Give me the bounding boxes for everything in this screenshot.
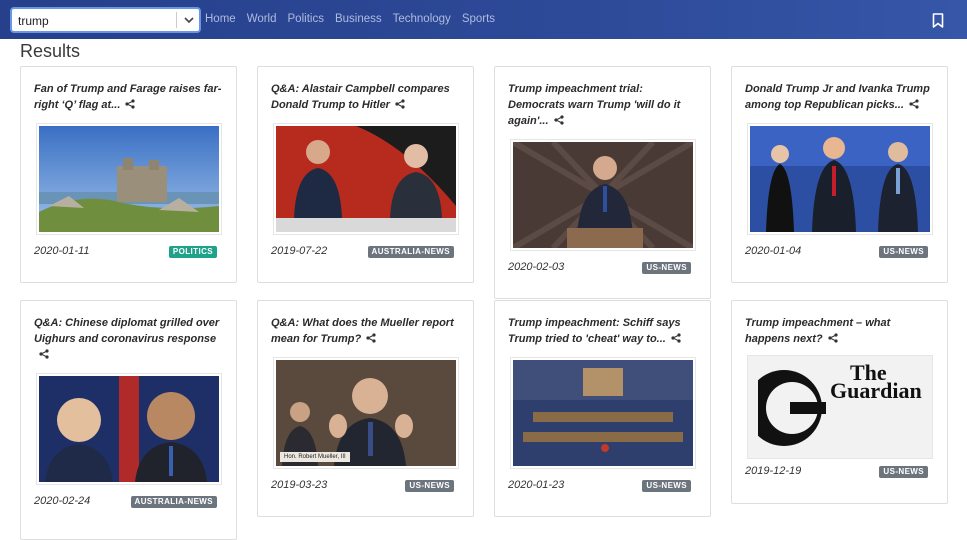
category-badge[interactable]: US-NEWS (879, 466, 928, 478)
article-date: 2020-01-04 (745, 245, 802, 257)
article-title[interactable]: Trump impeachment trial: Democrats warn … (508, 81, 700, 129)
nav-link-politics[interactable]: Politics (288, 13, 324, 25)
article-card[interactable]: Trump impeachment: Schiff says Trump tri… (494, 300, 711, 517)
search-select[interactable] (10, 7, 201, 33)
share-icon[interactable] (395, 99, 405, 109)
tv-panel-photo[interactable] (273, 123, 459, 235)
article-title[interactable]: Q&A: Alastair Campbell compares Donald T… (271, 81, 463, 113)
nav-links: Home World Politics Business Technology … (205, 13, 506, 25)
mueller-nameplate: Hon. Robert Mueller, III (280, 452, 350, 462)
chevron-down-icon[interactable] (182, 13, 196, 27)
article-title[interactable]: Q&A: Chinese diplomat grilled over Uighu… (34, 315, 226, 363)
share-icon[interactable] (39, 349, 49, 359)
article-title[interactable]: Trump impeachment – what happens next? (745, 315, 937, 347)
category-badge[interactable]: POLITICS (168, 246, 217, 258)
article-title[interactable]: Q&A: What does the Mueller report mean f… (271, 315, 463, 347)
category-badge[interactable]: AUSTRALIA-NEWS (367, 246, 454, 258)
nav-link-world[interactable]: World (247, 13, 277, 25)
category-badge[interactable]: AUSTRALIA-NEWS (130, 496, 217, 508)
article-date: 2020-02-03 (508, 261, 565, 273)
article-title[interactable]: Donald Trump Jr and Ivanka Trump among t… (745, 81, 937, 113)
article-date: 2019-03-23 (271, 479, 328, 491)
article-date: 2020-01-11 (34, 245, 90, 257)
share-icon[interactable] (125, 99, 135, 109)
nav-link-business[interactable]: Business (335, 13, 382, 25)
share-icon[interactable] (366, 333, 376, 343)
nav-link-technology[interactable]: Technology (393, 13, 451, 25)
share-icon[interactable] (909, 99, 919, 109)
article-date: 2020-01-23 (508, 479, 565, 491)
search-input[interactable] (18, 12, 168, 30)
category-badge[interactable]: US-NEWS (879, 246, 928, 258)
nav-link-sports[interactable]: Sports (462, 13, 495, 25)
share-icon[interactable] (828, 333, 838, 343)
article-title[interactable]: Fan of Trump and Farage raises far-right… (34, 81, 226, 113)
article-card[interactable]: Donald Trump Jr and Ivanka Trump among t… (731, 66, 948, 283)
share-icon[interactable] (553, 115, 564, 125)
nav-link-home[interactable]: Home (205, 13, 236, 25)
diplomat-photo[interactable] (36, 373, 222, 485)
article-card[interactable]: Trump impeachment trial: Democrats warn … (494, 66, 711, 299)
guardian-logo[interactable]: The Guardian (747, 355, 933, 459)
castle-photo[interactable] (36, 123, 222, 235)
logo-text-guardian: Guardian (830, 378, 922, 403)
senate-podium-photo[interactable] (510, 139, 696, 251)
article-date: 2020-02-24 (34, 495, 91, 507)
article-title[interactable]: Trump impeachment: Schiff says Trump tri… (508, 315, 700, 347)
category-badge[interactable]: US-NEWS (642, 480, 691, 492)
bookmark-icon[interactable] (932, 13, 944, 28)
share-icon[interactable] (671, 333, 681, 343)
article-date: 2019-12-19 (745, 465, 802, 477)
search-divider (176, 12, 177, 28)
article-date: 2019-07-22 (271, 245, 328, 257)
category-badge[interactable]: US-NEWS (405, 480, 454, 492)
senate-chamber-photo[interactable] (510, 357, 696, 469)
family-photo[interactable] (747, 123, 933, 235)
article-card[interactable]: Fan of Trump and Farage raises far-right… (20, 66, 237, 283)
article-card[interactable]: Q&A: Alastair Campbell compares Donald T… (257, 66, 474, 283)
results-heading: Results (20, 41, 81, 61)
article-card[interactable]: Q&A: Chinese diplomat grilled over Uighu… (20, 300, 237, 540)
top-navbar: Home World Politics Business Technology … (0, 0, 967, 39)
category-badge[interactable]: US-NEWS (642, 262, 691, 274)
article-card[interactable]: Trump impeachment – what happens next? T… (731, 300, 948, 504)
article-card[interactable]: Q&A: What does the Mueller report mean f… (257, 300, 474, 517)
